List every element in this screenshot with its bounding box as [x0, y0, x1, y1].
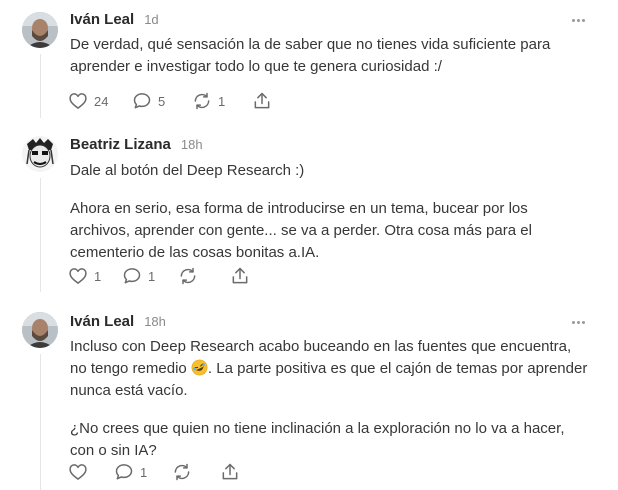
comment-header: Iván Leal 1d	[70, 11, 159, 28]
like-count: 1	[94, 268, 102, 284]
comment-header: Iván Leal 18h	[70, 313, 166, 330]
like-button[interactable]	[68, 462, 114, 482]
restack-arrows-icon	[174, 463, 190, 481]
author-name[interactable]: Iván Leal	[70, 313, 134, 330]
share-button[interactable]	[252, 91, 272, 111]
reply-button[interactable]: 5	[132, 91, 192, 111]
comment-time[interactable]: 18h	[181, 137, 203, 152]
restack-arrows-icon	[194, 92, 210, 110]
restack-button[interactable]	[178, 266, 230, 286]
illustrated-face-avatar-icon	[22, 136, 58, 172]
comment-time[interactable]: 18h	[144, 314, 166, 329]
share-button[interactable]	[230, 266, 250, 286]
comment-bubble-icon	[133, 93, 151, 109]
avatar[interactable]	[22, 136, 58, 172]
comment-bubble-icon	[123, 268, 141, 284]
restack-arrows-icon	[180, 267, 196, 285]
comment-paragraph: Incluso con Deep Research acabo buceando…	[70, 336, 590, 402]
comment-actions: 1 1	[68, 266, 250, 286]
reply-count: 1	[148, 268, 156, 284]
author-name[interactable]: Iván Leal	[70, 11, 134, 28]
thread-line	[40, 54, 41, 118]
like-count: 24	[94, 93, 109, 109]
comment-header: Beatriz Lizana 18h	[70, 136, 203, 153]
thread-line	[40, 178, 41, 292]
thread-line	[40, 354, 41, 490]
heart-icon	[69, 93, 87, 109]
comment-paragraph: Dale al botón del Deep Research :)	[70, 162, 305, 179]
comment-bubble-icon	[115, 464, 133, 480]
comment-paragraph: De verdad, qué sensación la de saber que…	[70, 36, 551, 75]
heart-icon	[69, 464, 87, 480]
share-button[interactable]	[220, 462, 240, 482]
comment-paragraph: ¿No crees que quien no tiene inclinación…	[70, 420, 565, 459]
comment-time[interactable]: 1d	[144, 12, 158, 27]
person-photo-avatar-icon	[22, 312, 58, 348]
like-button[interactable]: 24	[68, 91, 132, 111]
rolling-on-floor-laughing-emoji-icon	[191, 359, 208, 376]
restack-count: 1	[218, 93, 226, 109]
comment-body: De verdad, qué sensación la de saber que…	[70, 34, 590, 78]
author-name[interactable]: Beatriz Lizana	[70, 136, 171, 153]
reply-button[interactable]: 1	[122, 266, 178, 286]
heart-icon	[69, 268, 87, 284]
like-button[interactable]: 1	[68, 266, 122, 286]
restack-button[interactable]	[172, 462, 220, 482]
share-upload-icon	[254, 92, 270, 109]
comment-actions: 24 5 1	[68, 91, 272, 111]
share-upload-icon	[222, 463, 238, 480]
restack-button[interactable]: 1	[192, 91, 252, 111]
comment-actions: 1	[68, 462, 240, 482]
reply-count: 1	[140, 464, 148, 480]
reply-button[interactable]: 1	[114, 462, 172, 482]
person-photo-avatar-icon	[22, 12, 58, 48]
comment-body: Dale al botón del Deep Research :) Ahora…	[70, 160, 590, 264]
reply-count: 5	[158, 93, 166, 109]
comment-paragraph: Ahora en serio, esa forma de introducirs…	[70, 200, 532, 261]
comment-body: Incluso con Deep Research acabo buceando…	[70, 336, 590, 462]
more-dots-icon[interactable]	[570, 317, 586, 327]
share-upload-icon	[232, 267, 248, 284]
more-dots-icon[interactable]	[570, 15, 586, 25]
avatar[interactable]	[22, 12, 58, 48]
avatar[interactable]	[22, 312, 58, 348]
